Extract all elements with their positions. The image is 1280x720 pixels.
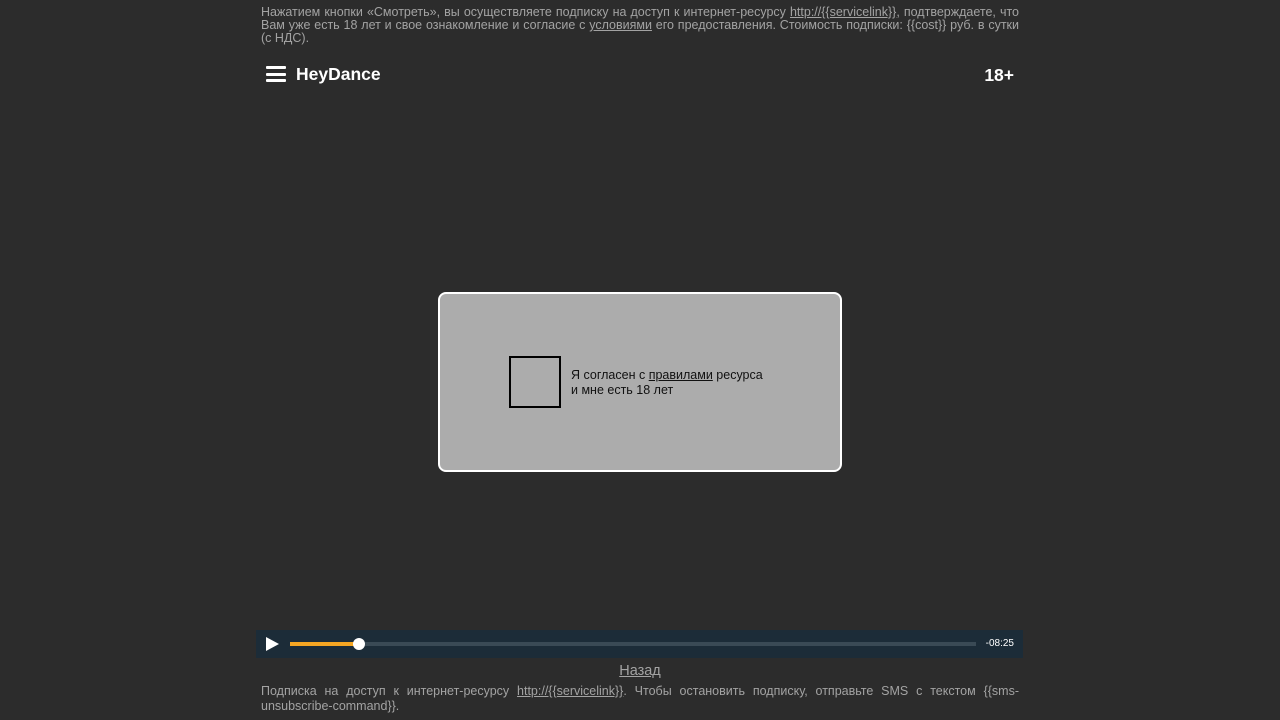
progress-fill: [290, 642, 359, 646]
consent-overlay: Я согласен с правилами ресурса и мне ест…: [438, 292, 842, 472]
hamburger-menu-icon[interactable]: [266, 66, 286, 82]
brand-logo: HeyDance: [296, 64, 381, 84]
bottom-disclaimer: Подписка на доступ к интернет-ресурсу ht…: [261, 684, 1019, 714]
consent-text-after: ресурса: [712, 368, 763, 382]
consent-text-line2: и мне есть 18 лет: [571, 383, 674, 397]
rules-link[interactable]: правилами: [649, 368, 713, 382]
age-consent-checkbox[interactable]: [509, 356, 561, 408]
terms-link[interactable]: условиями: [589, 18, 652, 32]
consent-text-before: Я согласен с: [571, 368, 649, 382]
consent-label: Я согласен с правилами ресурса и мне ест…: [571, 368, 763, 398]
age-rating-badge: 18+: [984, 65, 1014, 85]
bottom-disclaimer-text-1: Подписка на доступ к интернет-ресурсу: [261, 684, 518, 698]
header: HeyDance 18+: [261, 58, 1019, 92]
service-link[interactable]: http://{{servicelink}}: [790, 5, 896, 19]
time-remaining: -08:25: [985, 638, 1014, 649]
top-disclaimer-text-1: Нажатием кнопки «Смотреть», вы осуществл…: [261, 5, 790, 19]
play-icon[interactable]: [266, 637, 279, 651]
progress-track[interactable]: [290, 638, 976, 650]
back-link-container: Назад: [0, 663, 1280, 679]
video-player-controls: -08:25: [256, 630, 1023, 658]
progress-knob[interactable]: [352, 638, 365, 650]
top-disclaimer: Нажатием кнопки «Смотреть», вы осуществл…: [261, 6, 1019, 45]
service-link-bottom[interactable]: http://{{servicelink}}: [517, 684, 623, 698]
back-link[interactable]: Назад: [619, 663, 661, 679]
